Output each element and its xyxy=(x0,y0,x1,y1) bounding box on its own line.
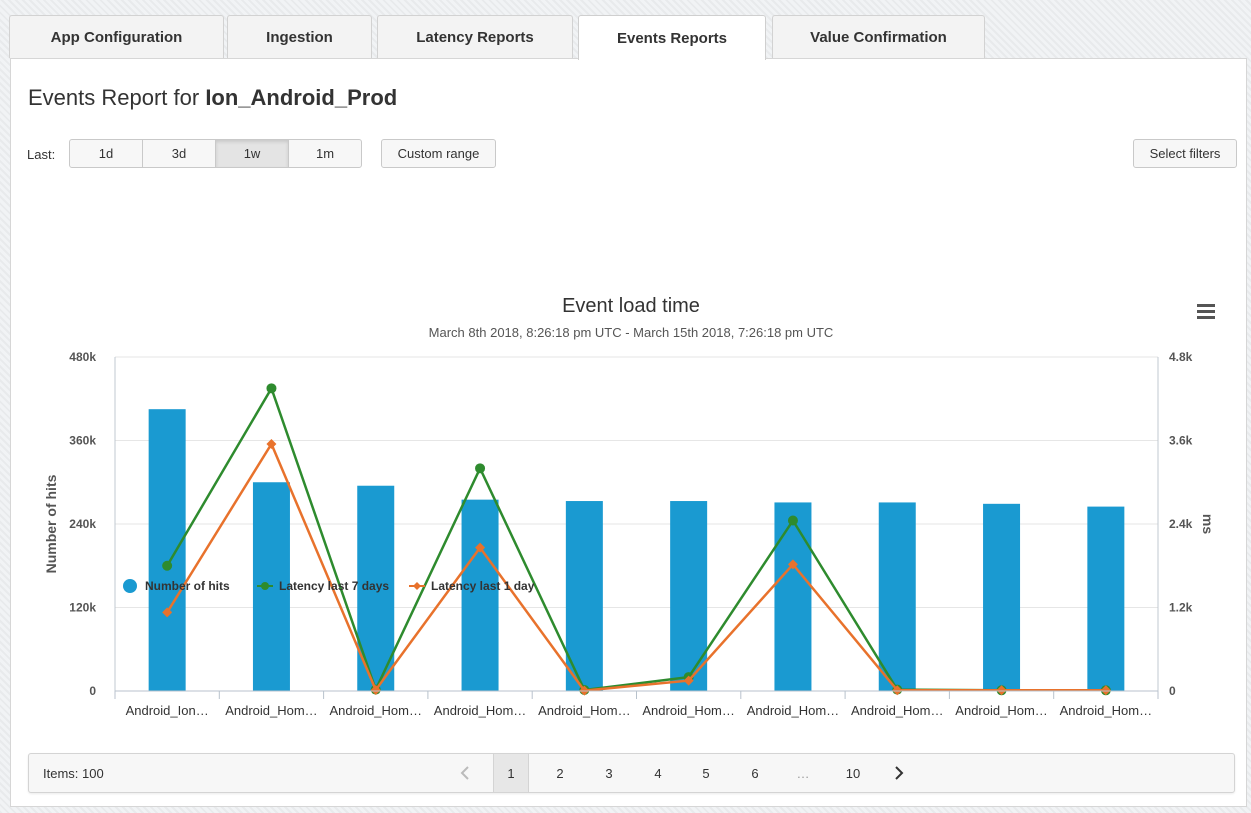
next-page-arrow xyxy=(895,766,904,780)
chevron-left-icon[interactable] xyxy=(447,754,483,792)
range-1m-button[interactable]: 1m xyxy=(288,139,362,168)
x-axis-tick-label: Android_Hom… xyxy=(330,703,423,718)
data-point[interactable] xyxy=(475,463,486,474)
left-axis-tick-label: 120k xyxy=(69,601,96,615)
bar[interactable] xyxy=(148,409,186,691)
pagination-bar: Items: 100 1 2 3 4 5 6 … 10 xyxy=(28,753,1235,793)
bar[interactable] xyxy=(1087,506,1125,691)
bar[interactable] xyxy=(461,499,499,691)
right-axis-tick-label: 4.8k xyxy=(1169,350,1193,364)
left-axis-tick-label: 480k xyxy=(69,350,96,364)
legend-item[interactable]: Number of hits xyxy=(123,579,230,593)
tab-app-configuration[interactable]: App Configuration xyxy=(9,15,224,58)
page-title-prefix: Events Report for xyxy=(28,85,200,110)
prev-page-arrow xyxy=(460,766,469,780)
right-axis-title: ms xyxy=(1200,514,1216,534)
tab-latency-reports[interactable]: Latency Reports xyxy=(377,15,573,58)
chart-menu-icon[interactable] xyxy=(1197,304,1215,319)
x-axis-tick-label: Android_Hom… xyxy=(434,703,527,718)
report-panel: Events Report for Ion_Android_Prod Last:… xyxy=(10,58,1247,807)
right-axis-tick-label: 3.6k xyxy=(1169,434,1193,448)
data-point[interactable] xyxy=(266,383,277,394)
legend-label: Latency last 7 days xyxy=(279,579,389,593)
range-3d-button[interactable]: 3d xyxy=(142,139,216,168)
page-10-link[interactable]: 10 xyxy=(835,754,871,792)
bar[interactable] xyxy=(774,502,812,691)
series-line xyxy=(166,441,1106,693)
page-5-link[interactable]: 5 xyxy=(688,754,724,792)
legend-label: Latency last 1 day xyxy=(431,579,535,593)
left-axis-tick-label: 0 xyxy=(89,684,96,698)
legend-marker xyxy=(413,582,421,590)
chart-subtitle: March 8th 2018, 8:26:18 pm UTC - March 1… xyxy=(429,325,834,340)
chevron-right-icon[interactable] xyxy=(881,754,917,792)
tab-events-reports[interactable]: Events Reports xyxy=(578,15,766,60)
chart-title: Event load time xyxy=(562,295,700,317)
right-axis-tick-label: 0 xyxy=(1169,684,1176,698)
page-3-link[interactable]: 3 xyxy=(591,754,627,792)
page-4-link[interactable]: 4 xyxy=(640,754,676,792)
x-axis-tick-label: Android_Hom… xyxy=(955,703,1048,718)
bar[interactable] xyxy=(670,501,708,691)
data-point[interactable] xyxy=(162,560,173,571)
x-axis-tick-label: Android_Hom… xyxy=(538,703,631,718)
x-axis-tick-label: Android_Hom… xyxy=(851,703,944,718)
x-axis-tick-label: Android_Hom… xyxy=(225,703,318,718)
bar[interactable] xyxy=(983,503,1021,691)
series-line xyxy=(166,385,1106,693)
app-name: Ion_Android_Prod xyxy=(205,85,398,110)
x-axis-tick-label: Android_Hom… xyxy=(1060,703,1153,718)
left-axis-tick-label: 360k xyxy=(69,434,96,448)
left-axis-tick-label: 240k xyxy=(69,517,96,531)
right-axis-tick-label: 1.2k xyxy=(1169,601,1193,615)
page-2-link[interactable]: 2 xyxy=(542,754,578,792)
event-load-time-chart: Event load time March 8th 2018, 8:26:18 … xyxy=(43,295,1216,718)
bar[interactable] xyxy=(878,502,916,691)
page-ellipsis: … xyxy=(796,765,810,781)
range-selector: 1d 3d 1w 1m xyxy=(69,139,362,168)
select-filters-button[interactable]: Select filters xyxy=(1133,139,1237,168)
x-axis-tick-label: Android_Ion… xyxy=(126,703,209,718)
custom-range-button[interactable]: Custom range xyxy=(381,139,496,168)
page-6-link[interactable]: 6 xyxy=(737,754,773,792)
page-title: Events Report for Ion_Android_Prod xyxy=(28,85,397,111)
range-1w-button[interactable]: 1w xyxy=(215,139,289,168)
right-axis-tick-label: 2.4k xyxy=(1169,517,1193,531)
tab-ingestion[interactable]: Ingestion xyxy=(227,15,372,58)
legend-marker xyxy=(261,582,269,590)
items-count: Items: 100 xyxy=(43,766,104,781)
x-axis-tick-label: Android_Hom… xyxy=(747,703,840,718)
page-1-link[interactable]: 1 xyxy=(493,754,529,792)
legend-label: Number of hits xyxy=(145,579,230,593)
last-label: Last: xyxy=(27,147,56,162)
data-point[interactable] xyxy=(787,515,798,526)
x-axis-tick-label: Android_Hom… xyxy=(642,703,735,718)
range-1d-button[interactable]: 1d xyxy=(69,139,143,168)
events-report-window: App Configuration Ingestion Latency Repo… xyxy=(9,15,1247,807)
left-axis-title: Number of hits xyxy=(43,474,59,573)
tab-value-confirmation[interactable]: Value Confirmation xyxy=(772,15,985,58)
legend-marker xyxy=(123,579,137,593)
